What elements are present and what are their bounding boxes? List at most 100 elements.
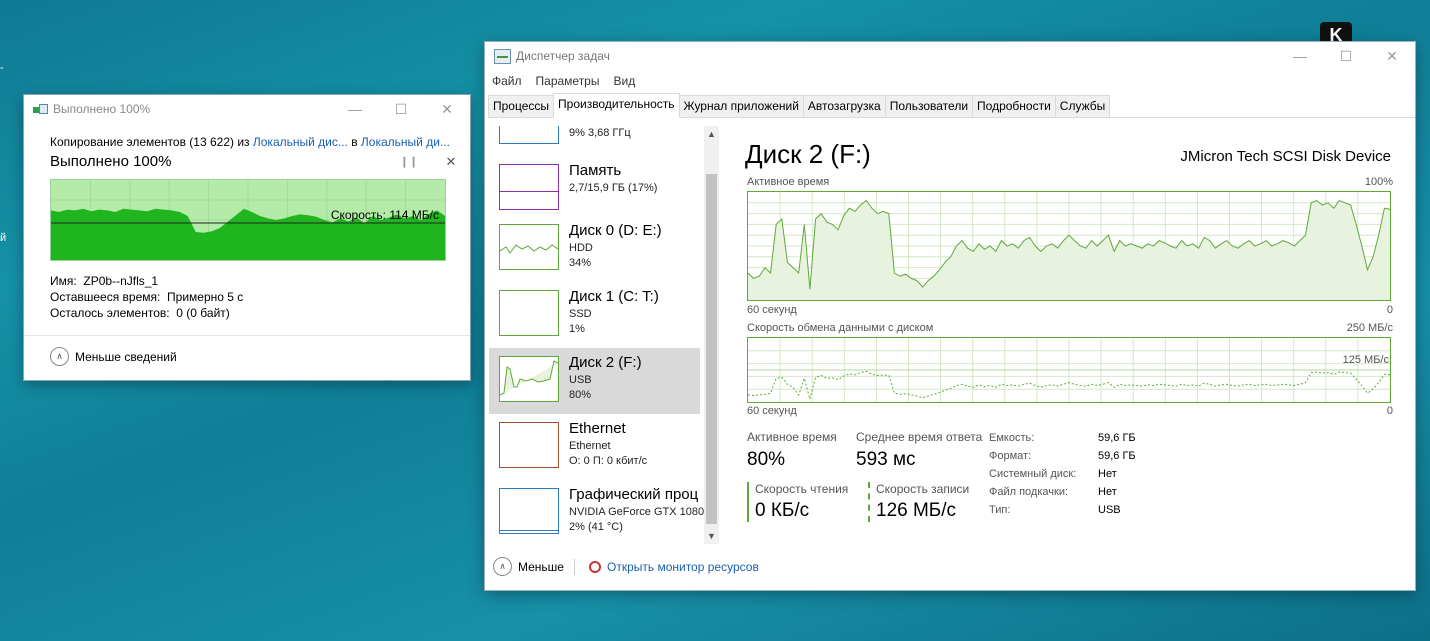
- copy-speed-svg: Скорость: 114 МБ/с: [51, 180, 445, 260]
- memory-usage: 2,7/15,9 ГБ (17%): [569, 182, 658, 194]
- minimize-icon[interactable]: —: [1277, 48, 1323, 64]
- minimize-icon[interactable]: —: [332, 101, 378, 117]
- perf-sidebar: 9% 3,68 ГГц Память 2,7/15,9 ГБ (17%) Дис…: [489, 126, 705, 546]
- memory-thumbnail: [499, 164, 559, 210]
- tab-users[interactable]: Пользователи: [884, 95, 974, 117]
- prop-type-value: USB: [1098, 504, 1121, 516]
- copy-speed-graph: Скорость: 114 МБ/с: [50, 179, 446, 261]
- transfer-mid: 125 МБ/с: [1342, 354, 1389, 366]
- prop-system-label: Системный диск:: [989, 468, 1077, 480]
- remaining-time-row: Оставшееся время: Примерно 5 с: [50, 289, 470, 305]
- gpu-model: NVIDIA GeForce GTX 1080: [569, 506, 705, 518]
- copy-title: Выполнено 100%: [53, 102, 151, 116]
- tab-startup[interactable]: Автозагрузка: [802, 95, 886, 117]
- ethernet-name: Ethernet: [569, 420, 626, 437]
- copy-description: Копирование элементов (13 622) из Локаль…: [50, 135, 470, 149]
- tab-details[interactable]: Подробности: [972, 95, 1056, 117]
- gpu-usage: 2% (41 °C): [569, 521, 623, 533]
- menu-options[interactable]: Параметры: [536, 74, 600, 88]
- tab-bar: Процессы Производительность Журнал прило…: [488, 93, 1415, 118]
- pause-icon[interactable]: ❙❙: [386, 155, 432, 168]
- task-manager-window: Диспетчер задач — ☐ ✕ Файл Параметры Вид…: [485, 42, 1415, 590]
- active-time-zero: 0: [1386, 304, 1393, 316]
- disk0-thumbnail: [499, 224, 559, 270]
- sidebar-item-disk1[interactable]: Диск 1 (C: T:) SSD 1%: [489, 282, 700, 348]
- maximize-icon[interactable]: ☐: [1323, 48, 1369, 65]
- transfer-chart-label: Скорость обмена данными с диском: [747, 322, 934, 334]
- write-speed-indicator: [868, 482, 870, 522]
- transfer-svg: [747, 338, 1391, 402]
- ethernet-throughput: О: 0 П: 0 кбит/с: [569, 455, 648, 467]
- scroll-up-icon[interactable]: ▲: [704, 126, 719, 142]
- divider: [24, 335, 470, 336]
- less-details-label: Меньше сведений: [75, 349, 177, 364]
- maximize-icon[interactable]: ☐: [378, 101, 424, 118]
- less-details-button[interactable]: ∧ Меньше сведений: [50, 347, 177, 366]
- source-link[interactable]: Локальный дис...: [253, 135, 348, 149]
- active-time-chart-label: Активное время: [747, 176, 830, 188]
- scroll-down-icon[interactable]: ▼: [704, 528, 719, 544]
- prop-pagefile-value: Нет: [1098, 486, 1117, 498]
- menu-file[interactable]: Файл: [492, 74, 522, 88]
- sidebar-item-memory[interactable]: Память 2,7/15,9 ГБ (17%): [489, 156, 700, 222]
- disk0-name: Диск 0 (D: E:): [569, 222, 662, 239]
- transfer-x-label: 60 секунд: [747, 405, 797, 417]
- progress-text: Выполнено 100%: [50, 153, 172, 170]
- dest-link[interactable]: Локальный ди...: [361, 135, 450, 149]
- tm-title-bar: Диспетчер задач — ☐ ✕: [485, 42, 1415, 70]
- menu-bar: Файл Параметры Вид: [485, 70, 1415, 92]
- chevron-up-icon[interactable]: ∧: [493, 557, 512, 576]
- close-icon[interactable]: ✕: [424, 101, 470, 118]
- desktop-edge-mark: й: [0, 232, 7, 244]
- sidebar-item-disk2[interactable]: Диск 2 (F:) USB 80%: [489, 348, 700, 414]
- copy-icon: [33, 103, 48, 115]
- remaining-items-value: 0 (0 байт): [176, 306, 230, 320]
- tab-processes[interactable]: Процессы: [488, 95, 555, 117]
- avg-response-value: 593 мс: [856, 449, 916, 470]
- prop-type-label: Тип:: [989, 504, 1011, 516]
- copy-prefix: Копирование элементов (13 622) из: [50, 135, 253, 149]
- chevron-up-icon: ∧: [50, 347, 69, 366]
- prop-capacity-label: Емкость:: [989, 432, 1035, 444]
- cpu-usage: 9% 3,68 ГГц: [569, 127, 631, 139]
- sidebar-item-disk0[interactable]: Диск 0 (D: E:) HDD 34%: [489, 216, 700, 282]
- desktop-edge-mark: -: [0, 62, 4, 74]
- prop-format-label: Формат:: [989, 450, 1032, 462]
- memory-fill-line: [500, 191, 558, 192]
- active-time-label: Активное время: [747, 430, 837, 444]
- disk-title: Диск 2 (F:): [745, 139, 871, 169]
- open-resource-monitor-link[interactable]: Открыть монитор ресурсов: [607, 560, 759, 574]
- active-time-x-label: 60 секунд: [747, 304, 797, 316]
- disk2-name: Диск 2 (F:): [569, 354, 642, 371]
- close-icon[interactable]: ✕: [1369, 48, 1415, 65]
- sidebar-scrollbar[interactable]: ▲ ▼: [704, 126, 719, 544]
- tab-performance[interactable]: Производительность: [553, 93, 680, 118]
- task-manager-icon: [494, 48, 511, 64]
- disk2-thumbnail: [499, 356, 559, 402]
- menu-view[interactable]: Вид: [613, 74, 635, 88]
- tm-title: Диспетчер задач: [516, 49, 610, 63]
- scroll-thumb[interactable]: [706, 174, 717, 524]
- read-speed-indicator: [747, 482, 749, 522]
- tab-app-history[interactable]: Журнал приложений: [678, 95, 804, 117]
- sidebar-item-ethernet[interactable]: Ethernet Ethernet О: 0 П: 0 кбит/с: [489, 414, 700, 480]
- transfer-chart: [747, 337, 1391, 403]
- fewer-details-button[interactable]: Меньше: [518, 560, 564, 574]
- ethernet-thumbnail: [499, 422, 559, 468]
- resource-monitor-icon: [588, 560, 601, 573]
- active-time-svg: [747, 192, 1391, 300]
- sidebar-item-gpu[interactable]: Графический проц NVIDIA GeForce GTX 1080…: [489, 480, 704, 546]
- name-label: Имя:: [50, 274, 77, 288]
- disk0-type: HDD: [569, 242, 593, 254]
- prop-capacity-value: 59,6 ГБ: [1098, 432, 1136, 444]
- tab-services[interactable]: Службы: [1054, 95, 1111, 117]
- prop-pagefile-label: Файл подкачки:: [989, 486, 1069, 498]
- active-time-max: 100%: [1364, 176, 1393, 188]
- cancel-icon[interactable]: ✕: [432, 154, 470, 170]
- copy-info: Имя: ZP0b--nJfls_1 Оставшееся время: При…: [50, 273, 470, 321]
- disk-model: JMicron Tech SCSI Disk Device: [1180, 148, 1391, 165]
- disk0-spark: [499, 244, 559, 254]
- sidebar-item-cpu[interactable]: 9% 3,68 ГГц: [489, 126, 700, 156]
- disk2-type: USB: [569, 374, 592, 386]
- copy-title-bar: Выполнено 100% — ☐ ✕: [24, 95, 470, 123]
